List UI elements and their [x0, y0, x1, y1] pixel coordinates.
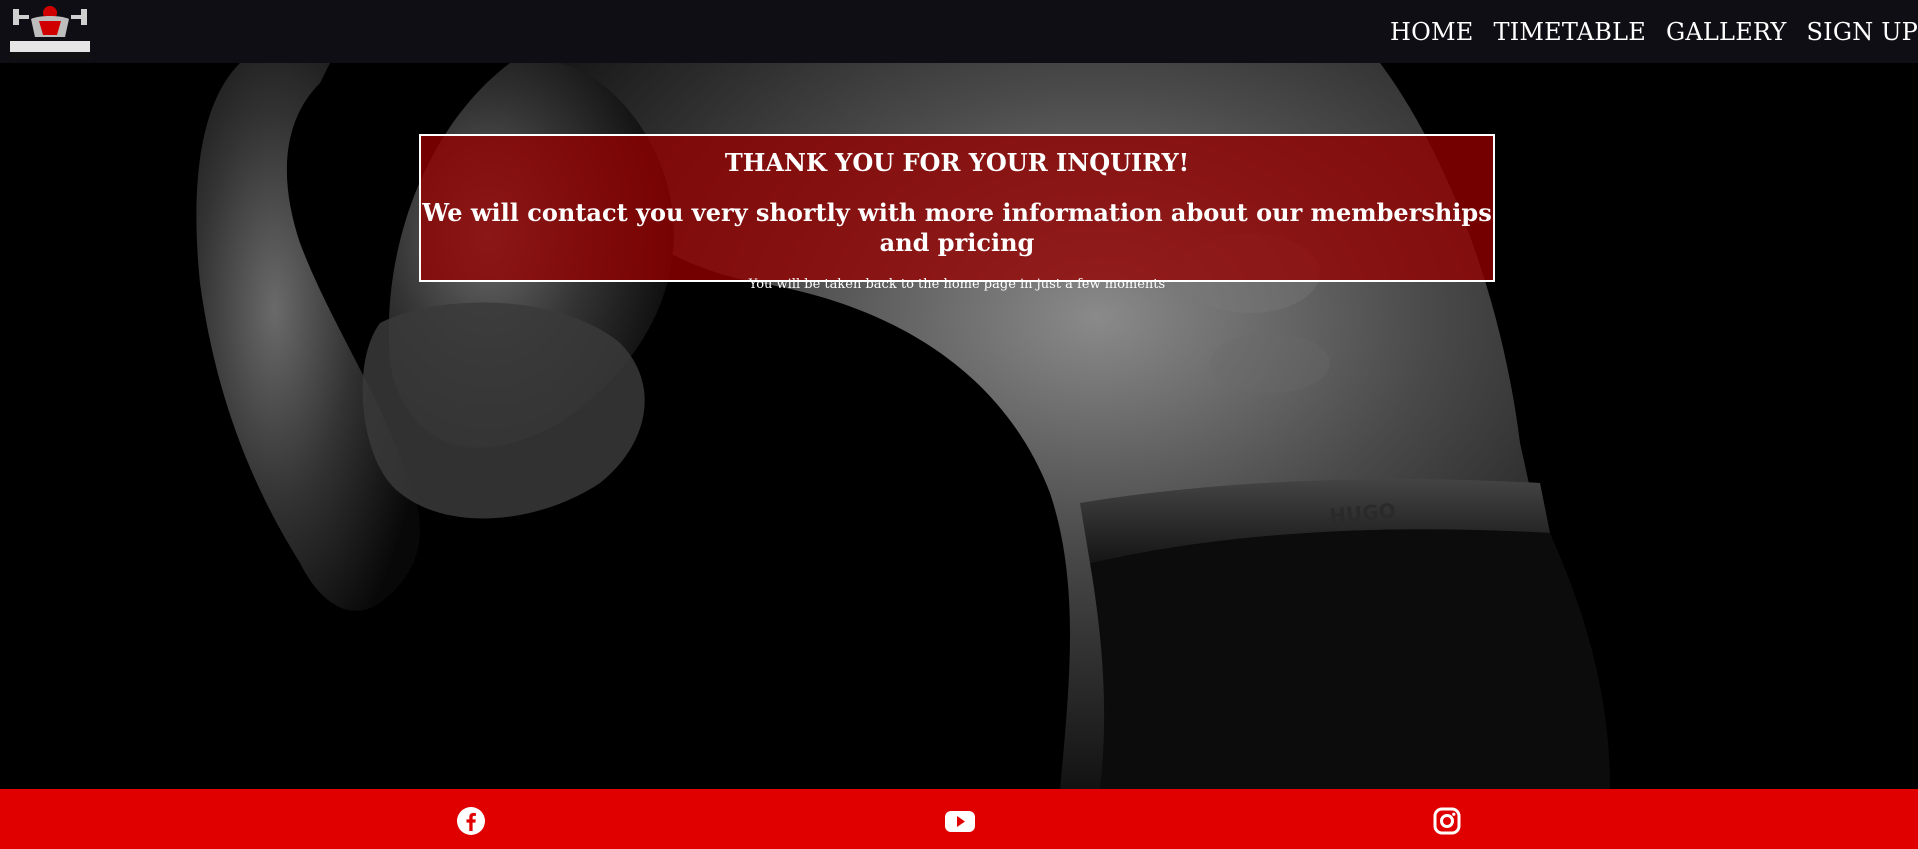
redirect-note: You will be taken back to the home page … [748, 277, 1166, 292]
nav-home[interactable]: HOME [1390, 18, 1474, 46]
instagram-icon[interactable] [1432, 806, 1462, 836]
nav-sign-up[interactable]: SIGN UP [1807, 18, 1918, 46]
gym-logo-icon [10, 6, 90, 59]
main-nav: HOME TIMETABLE GALLERY SIGN UP [1390, 0, 1918, 63]
confirmation-title: THANK YOU FOR YOUR INQUIRY! [724, 148, 1190, 177]
footer [0, 789, 1918, 849]
nav-gallery[interactable]: GALLERY [1666, 18, 1786, 46]
youtube-icon[interactable] [944, 806, 976, 836]
nav-timetable[interactable]: TIMETABLE [1494, 18, 1647, 46]
shorts-shape [1090, 529, 1610, 789]
logo[interactable] [9, 3, 91, 61]
navbar: HOME TIMETABLE GALLERY SIGN UP [0, 0, 1918, 63]
facebook-icon[interactable] [456, 806, 486, 836]
page: HUGO HOME TIMETABLE GALLERY SIGN UP THAN… [0, 0, 1918, 849]
ab-highlight [1210, 333, 1330, 393]
inquiry-confirmation: THANK YOU FOR YOUR INQUIRY! We will cont… [419, 134, 1495, 292]
confirmation-message: We will contact you very shortly with mo… [422, 198, 1492, 257]
bicep-shape [362, 302, 645, 519]
